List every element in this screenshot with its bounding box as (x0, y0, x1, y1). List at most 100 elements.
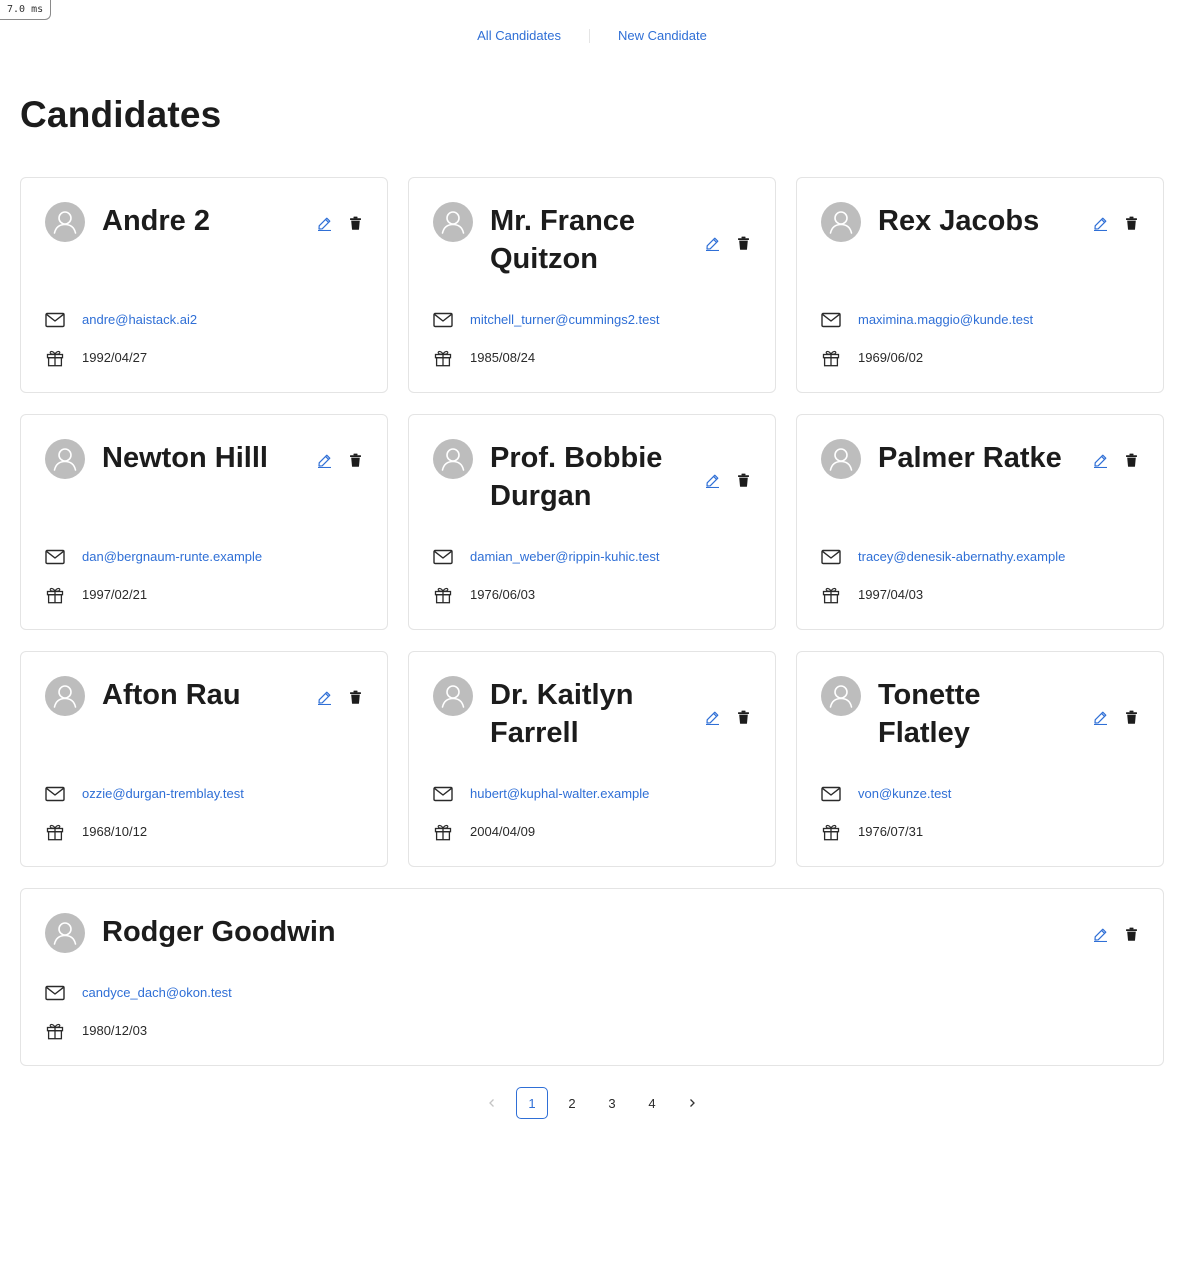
candidate-actions (1093, 453, 1139, 470)
candidate-dob: 1992/04/27 (82, 350, 148, 365)
trash-icon (349, 216, 362, 235)
candidate-dob-row: 1980/12/03 (45, 1021, 147, 1041)
candidate-dob: 1980/12/03 (82, 1023, 148, 1038)
candidate-actions (705, 710, 751, 727)
candidate-dob-row: 1985/08/24 (433, 348, 535, 368)
user-icon (45, 676, 85, 716)
candidate-email-row: maximina.maggio@kunde.test (821, 310, 1033, 330)
gift-icon (45, 1021, 65, 1041)
delete-button[interactable] (736, 473, 751, 492)
gift-icon (433, 822, 453, 842)
pagination-page-3[interactable]: 3 (596, 1087, 628, 1119)
candidate-email-link[interactable]: maximina.maggio@kunde.test (858, 311, 1033, 329)
delete-button[interactable] (348, 453, 363, 472)
candidate-dob: 1968/10/12 (82, 824, 148, 839)
mail-icon (821, 547, 841, 567)
candidate-dob-row: 1997/04/03 (821, 585, 923, 605)
candidate-email-link[interactable]: ozzie@durgan-tremblay.test (82, 785, 244, 803)
candidate-grid: Andre 2 andre@haistack.ai2 1992/04/27 Mr… (20, 177, 1164, 1066)
delete-button[interactable] (1124, 216, 1139, 235)
candidate-card: Mr. France Quitzon mitchell_turner@cummi… (408, 177, 776, 393)
candidate-actions (317, 690, 363, 707)
candidate-dob-row: 1969/06/02 (821, 348, 923, 368)
candidate-email-link[interactable]: damian_weber@rippin-kuhic.test (470, 548, 660, 566)
delete-button[interactable] (1124, 927, 1139, 946)
trash-icon (737, 473, 750, 492)
pagination-page-1[interactable]: 1 (516, 1087, 548, 1119)
pagination-page-2[interactable]: 2 (556, 1087, 588, 1119)
candidate-actions (1093, 216, 1139, 236)
candidate-name: Newton Hilll (102, 442, 268, 474)
candidate-dob: 1976/06/03 (470, 587, 536, 602)
candidate-name: Mr. France Quitzon (490, 205, 636, 275)
edit-button[interactable] (317, 454, 332, 470)
candidate-email-row: damian_weber@rippin-kuhic.test (433, 547, 660, 567)
candidate-name: Tonette Flatley (878, 679, 981, 749)
trash-icon (1125, 927, 1138, 946)
candidate-email-link[interactable]: dan@bergnaum-runte.example (82, 548, 262, 566)
nav-link-new-candidate[interactable]: New Candidate (590, 27, 735, 45)
user-icon (821, 202, 861, 242)
delete-button[interactable] (348, 216, 363, 235)
delete-button[interactable] (736, 710, 751, 727)
candidate-card: Newton Hilll dan@bergnaum-runte.example … (20, 414, 388, 630)
gift-icon (821, 348, 841, 368)
user-icon (821, 676, 861, 716)
candidate-card: Tonette Flatley von@kunze.test 1976/07/3… (796, 651, 1164, 867)
pagination-prev-button[interactable] (476, 1087, 508, 1119)
candidate-card: Afton Rau ozzie@durgan-tremblay.test 196… (20, 651, 388, 867)
candidate-actions (1093, 710, 1139, 729)
candidate-name: Palmer Ratke (878, 442, 1062, 474)
candidate-email-link[interactable]: andre@haistack.ai2 (82, 311, 197, 329)
candidate-email-link[interactable]: von@kunze.test (858, 785, 951, 803)
candidate-email-row: ozzie@durgan-tremblay.test (45, 784, 244, 804)
candidate-email-link[interactable]: tracey@denesik-abernathy.example (858, 548, 1065, 566)
edit-button[interactable] (317, 217, 332, 233)
candidate-dob-row: 1968/10/12 (45, 822, 147, 842)
candidate-name: Rex Jacobs (878, 205, 1040, 237)
candidate-email-row: mitchell_turner@cummings2.test (433, 310, 659, 330)
delete-button[interactable] (736, 236, 751, 255)
trash-icon (737, 236, 750, 255)
pencil-icon (1093, 216, 1108, 236)
mail-icon (821, 310, 841, 330)
gift-icon (45, 822, 65, 842)
candidate-card: Rex Jacobs maximina.maggio@kunde.test 19… (796, 177, 1164, 393)
candidate-dob: 1985/08/24 (470, 350, 536, 365)
candidate-name: Andre 2 (102, 205, 210, 237)
edit-button[interactable] (1093, 454, 1108, 470)
page-title: Candidates (20, 94, 222, 135)
candidate-email-link[interactable]: mitchell_turner@cummings2.test (470, 311, 659, 329)
user-icon (433, 676, 473, 716)
pagination-next-button[interactable] (676, 1087, 708, 1119)
delete-button[interactable] (348, 690, 363, 707)
candidate-email-row: von@kunze.test (821, 784, 951, 804)
candidate-card: Palmer Ratke tracey@denesik-abernathy.ex… (796, 414, 1164, 630)
candidate-name: Dr. Kaitlyn Farrell (490, 679, 634, 749)
nav-link-all-candidates[interactable]: All Candidates (449, 27, 589, 45)
pagination-page-4[interactable]: 4 (636, 1087, 668, 1119)
edit-button[interactable] (317, 691, 332, 707)
edit-button[interactable] (1093, 928, 1108, 944)
delete-button[interactable] (1124, 710, 1139, 729)
user-icon (821, 439, 861, 479)
trash-icon (349, 453, 362, 472)
edit-button[interactable] (705, 474, 720, 490)
candidate-email-link[interactable]: hubert@kuphal-walter.example (470, 785, 649, 803)
pagination: 1 2 3 4 (476, 1087, 708, 1119)
mail-icon (45, 547, 65, 567)
trash-icon (1125, 216, 1138, 235)
candidate-dob-row: 2004/04/09 (433, 822, 535, 842)
edit-button[interactable] (705, 711, 720, 727)
edit-button[interactable] (705, 237, 720, 253)
mail-icon (433, 784, 453, 804)
trash-icon (1125, 710, 1138, 729)
candidate-email-link[interactable]: candyce_dach@okon.test (82, 984, 232, 1002)
candidate-actions (705, 473, 751, 492)
edit-button[interactable] (1093, 216, 1108, 236)
edit-button[interactable] (1093, 711, 1108, 727)
candidate-email-row: candyce_dach@okon.test (45, 983, 232, 1003)
candidate-name: Afton Rau (102, 679, 241, 711)
delete-button[interactable] (1124, 453, 1139, 470)
candidate-actions (705, 236, 751, 255)
